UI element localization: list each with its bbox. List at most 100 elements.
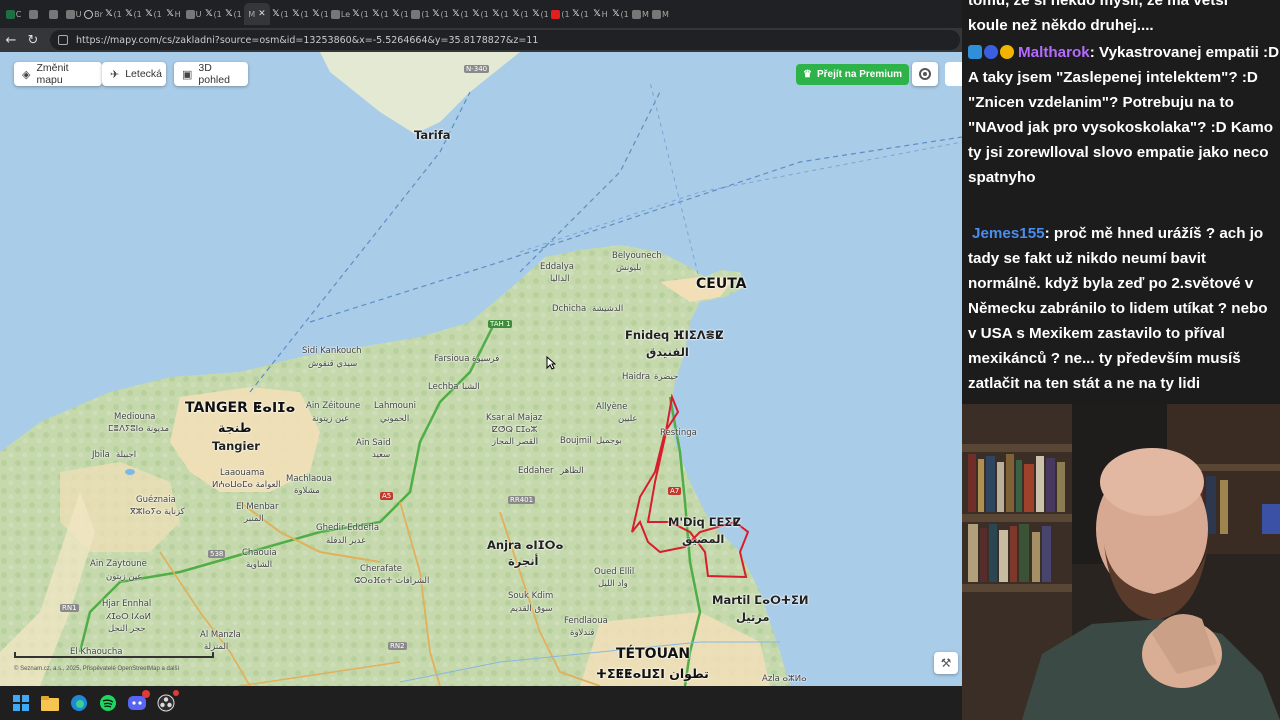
- x-icon: 𝕏: [225, 8, 233, 19]
- label-tanger[interactable]: TANGER ⵟⴰⵏⵊⴰ: [185, 400, 295, 416]
- browser-tab[interactable]: 𝕏 (1: [431, 3, 450, 25]
- browser-tab[interactable]: 𝕏 (1: [371, 3, 390, 25]
- view-3d-button[interactable]: ▣ 3D pohled: [174, 62, 248, 86]
- label-mdiq[interactable]: M'Diq ⵎⴹⵉⵇ: [668, 515, 741, 529]
- chat-username[interactable]: Jemes155: [972, 225, 1045, 242]
- tab-title: (1: [133, 9, 142, 19]
- browser-tab[interactable]: (1: [551, 3, 570, 25]
- x-icon: 𝕏: [205, 8, 213, 19]
- plane-icon: ✈: [110, 68, 120, 81]
- label-farsioua-ar: فرسيوة: [472, 354, 500, 364]
- discord-icon[interactable]: [126, 690, 150, 714]
- my-location-button[interactable]: [912, 62, 938, 86]
- label-laaouama-ar: ⵍⵄⴰⵡⴰⵎⴰ العوامة: [212, 480, 281, 490]
- back-icon[interactable]: ←: [0, 29, 22, 51]
- browser-tab[interactable]: 𝕏 (1: [351, 3, 370, 25]
- windows-start-icon[interactable]: [10, 692, 32, 714]
- label-oued-ellil: Oued Ellil: [594, 567, 635, 577]
- browser-tab[interactable]: Le: [330, 3, 350, 25]
- label-ain-zeitoune-ar: عين زيتونة: [312, 414, 350, 424]
- browser-tab[interactable]: Br: [84, 3, 103, 25]
- browser-tab[interactable]: 𝕏 (1: [144, 3, 163, 25]
- browser-tab-active[interactable]: M ✕: [244, 3, 270, 25]
- label-ain-zaytoune: Ain Zaytoune: [90, 559, 147, 569]
- map-tools-button[interactable]: ⚒: [934, 652, 958, 674]
- browser-tab[interactable]: 𝕏 (1: [104, 3, 123, 25]
- browser-tab[interactable]: 𝕏 (1: [471, 3, 490, 25]
- browser-tab[interactable]: [24, 3, 43, 25]
- url-text: https://mapy.com/cs/zakladni?source=osm&…: [76, 34, 539, 46]
- label-martil-ar: مرتيل: [736, 610, 770, 624]
- label-tarifa[interactable]: Tarifa: [414, 128, 451, 142]
- tab-icon: [330, 9, 340, 19]
- browser-tab[interactable]: 𝕏H: [164, 3, 183, 25]
- aerial-button[interactable]: ✈ Letecká: [102, 62, 166, 86]
- label-dchicha: Dchicha: [552, 304, 587, 314]
- browser-tab[interactable]: 𝕏 (1: [391, 3, 410, 25]
- browser-tab[interactable]: 𝕏 (1: [311, 3, 330, 25]
- reload-icon[interactable]: ↻: [22, 29, 44, 51]
- panel-toggle-button[interactable]: [945, 62, 962, 86]
- browser-tab[interactable]: 𝕏 (1: [531, 3, 550, 25]
- x-icon: 𝕏: [272, 8, 280, 19]
- label-tetouan[interactable]: TÉTOUAN: [616, 646, 690, 662]
- label-ghedir-eddefla: Ghedir Eddefla: [316, 523, 380, 533]
- site-info-icon[interactable]: [58, 35, 68, 45]
- browser-tab[interactable]: 𝕏 (1: [124, 3, 143, 25]
- chat-message-previous: tomu, že si někdo myslí, že má větší kou…: [968, 0, 1228, 34]
- browser-tab[interactable]: U: [184, 3, 203, 25]
- road-shield-n340: N-340: [464, 65, 490, 73]
- tab-title: (1: [440, 9, 449, 19]
- tab-title: (1: [460, 9, 469, 19]
- spotify-icon[interactable]: [97, 692, 119, 714]
- browser-tab[interactable]: 𝕏 (1: [291, 3, 310, 25]
- label-martil[interactable]: Martil ⵎⴰⵔⵜⵉⵍ: [712, 593, 808, 607]
- browser-tab[interactable]: 𝕏 (1: [451, 3, 470, 25]
- change-map-button[interactable]: ◈ Změnit mapu: [14, 62, 102, 86]
- browser-tab[interactable]: 𝕏 (1: [271, 3, 290, 25]
- label-azla: Azla ⴰⵣⵍⴰ: [762, 674, 807, 684]
- label-hjar-ennhal-ar: ⵃⵊⴰⵔ ⵏⵃⴰⵍ: [106, 612, 152, 622]
- label-fnideq[interactable]: Fnideq ⴼⵏⵉⴷⴻⵇ: [625, 328, 723, 342]
- browser-tab[interactable]: U: [64, 3, 83, 25]
- label-cherafate-ar: ⵛⵔⴰⴼⴰⵜ الشرافات: [354, 576, 430, 586]
- road-shield-tah1: TAH 1: [488, 320, 513, 328]
- file-explorer-icon[interactable]: [39, 692, 61, 714]
- label-souk-kdim: Souk Kdim: [508, 591, 554, 601]
- globe-icon: [84, 9, 94, 19]
- map-canvas[interactable]: ◈ Změnit mapu ✈ Letecká ▣ 3D pohled ♛ Př…: [0, 52, 962, 686]
- browser-tab[interactable]: M: [651, 3, 670, 25]
- premium-button[interactable]: ♛ Přejít na Premium: [796, 64, 909, 85]
- browser-tab[interactable]: 𝕏 (1: [224, 3, 243, 25]
- browser-tab[interactable]: M: [631, 3, 650, 25]
- label-cherafate: Cherafate: [360, 564, 403, 574]
- chat-username[interactable]: Maltharok: [1018, 44, 1090, 61]
- browser-tab-strip: C U Br 𝕏 (1 𝕏 (1 𝕏 (1 𝕏 H U 𝕏 (1 𝕏 (1 M ✕ 𝕏 (1 𝕏 (1 𝕏 (1 Le 𝕏 (1 𝕏(…: [0, 0, 962, 28]
- label-ghedir-eddefla-ar: غدير الدفلة: [326, 536, 366, 546]
- map-copyright: © Seznam.cz, a.s., 2025, Přispěvatelé Op…: [14, 666, 180, 672]
- label-mediouna-ar: ⵎⴻⴷⵢⵓⵏⴰ مديونة: [108, 424, 170, 434]
- label-oued-ellil-ar: واد الليل: [598, 579, 628, 589]
- browser-tab[interactable]: C: [4, 3, 23, 25]
- address-bar[interactable]: https://mapy.com/cs/zakladni?source=osm&…: [50, 30, 960, 50]
- browser-tab[interactable]: 𝕏 (1: [204, 3, 223, 25]
- label-ksar-al-majaz-ar2: القصر المجاز: [492, 437, 539, 447]
- label-al-manzla-ar: المنزلة: [204, 642, 229, 652]
- label-ceuta[interactable]: CEUTA: [696, 276, 747, 292]
- browser-tab[interactable]: 𝕏 (1: [571, 3, 590, 25]
- browser-tab[interactable]: 𝕏 (1: [491, 3, 510, 25]
- close-tab-icon[interactable]: ✕: [258, 9, 266, 19]
- tab-title: M: [248, 9, 256, 19]
- tab-title: (1: [540, 9, 549, 19]
- browser-tab[interactable]: 𝕏H: [591, 3, 610, 25]
- edge-icon[interactable]: [68, 692, 90, 714]
- browser-tab[interactable]: (1: [411, 3, 430, 25]
- browser-tab[interactable]: [44, 3, 63, 25]
- browser-tab[interactable]: 𝕏 (1: [611, 3, 630, 25]
- label-anjra[interactable]: Anjra ⴰⵏⵊⵔⴰ: [487, 538, 563, 552]
- browser-tab[interactable]: 𝕏 (1: [511, 3, 530, 25]
- obs-icon[interactable]: [155, 690, 179, 714]
- label-ain-said-ar: سعيد: [372, 450, 391, 460]
- label-souk-kdim-ar: سوق القديم: [510, 604, 553, 614]
- label-boujmil: Boujmil: [560, 436, 592, 446]
